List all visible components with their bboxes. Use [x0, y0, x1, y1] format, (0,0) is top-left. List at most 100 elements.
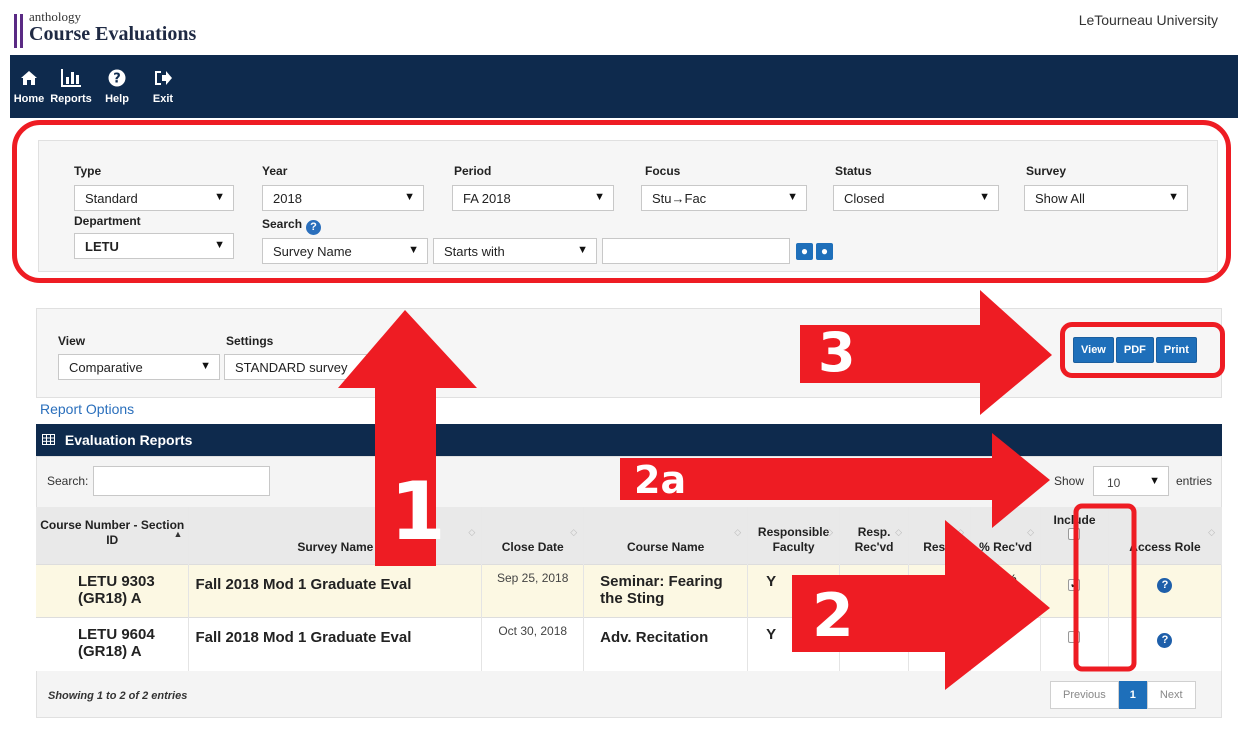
brand-product: Course Evaluations — [29, 23, 197, 45]
col-course-number-label: Course Number - Section ID — [40, 518, 185, 547]
col-course-name-label: Course Name — [626, 539, 705, 554]
pagination: Previous 1 Next — [1050, 681, 1196, 709]
col-include-label: Include — [1053, 513, 1096, 527]
cell-include: ✔ — [1040, 563, 1109, 617]
col-pct-recvd-label: % Rec'vd — [979, 539, 1032, 554]
col-resp-recvd-label: Resp. Rec'vd — [854, 524, 894, 554]
nav-home[interactable]: Home — [10, 55, 48, 118]
pager-page-1[interactable]: 1 — [1118, 681, 1147, 709]
col-include: Include — [1040, 507, 1109, 564]
sort-icon: ◇ — [1027, 527, 1034, 537]
pager-previous[interactable]: Previous — [1050, 681, 1119, 709]
sort-icon: ◇ — [957, 527, 965, 537]
nav-home-label: Home — [13, 93, 45, 105]
sort-icon: ◇ — [826, 527, 834, 537]
help-icon[interactable]: ? — [1157, 632, 1173, 648]
callout-2a: 2a — [634, 458, 687, 502]
table-row[interactable]: LETU 9303 (GR18) A Fall 2018 Mod 1 Gradu… — [36, 563, 1223, 617]
exit-icon — [153, 67, 173, 89]
sort-icon: ◇ — [895, 527, 903, 537]
cell-course-number: LETU 9303 (GR18) A — [36, 563, 190, 617]
callout-1: 1 — [390, 465, 446, 558]
col-survey-name-label: Survey Name — [297, 539, 374, 554]
entries-label: entries — [1176, 474, 1213, 488]
caret-down-icon: ▼ — [1149, 475, 1160, 487]
evaluation-reports-table: Course Number - Section ID ▲ Survey Name ◇… — [36, 507, 1223, 671]
help-icon[interactable]: ? — [1157, 577, 1173, 593]
callout-2: 2 — [812, 581, 854, 651]
cell-course-number: LETU 9604 (GR18) A — [36, 616, 190, 671]
brand-company: anthology — [29, 9, 81, 24]
nav-help[interactable]: ? Help — [94, 55, 140, 118]
sort-icon: ◇ — [1208, 527, 1215, 537]
cell-access-role: ? — [1108, 616, 1223, 671]
cell-course-name: Adv. Recitation — [583, 616, 749, 671]
cell-close-date: Sep 25, 2018 — [481, 563, 585, 617]
include-checkbox[interactable] — [1068, 630, 1081, 643]
sort-icon: ◇ — [468, 527, 476, 537]
table-search-label: Search: — [47, 474, 89, 488]
col-course-name[interactable]: Course Name ◇ — [583, 507, 749, 564]
col-access-role-label: Access Role — [1129, 539, 1201, 554]
settings-label: Settings — [226, 334, 274, 348]
col-course-number[interactable]: Course Number - Section ID ▲ — [36, 507, 190, 564]
cell-survey-name: Fall 2018 Mod 1 Graduate Eval — [188, 616, 483, 671]
entries-value: 10 — [1107, 476, 1121, 490]
cell-close-date: Oct 30, 2018 — [481, 616, 585, 671]
report-options-link[interactable]: Report Options — [40, 401, 134, 417]
nav-exit[interactable]: Exit — [140, 55, 186, 118]
col-resp[interactable]: Resp. ◇ — [908, 507, 972, 564]
show-label: Show — [1054, 474, 1085, 488]
nav-help-label: Help — [105, 93, 129, 105]
view-panel — [36, 308, 1222, 398]
nav-exit-label: Exit — [152, 93, 174, 105]
cell-pct-recvd: 63% — [970, 616, 1041, 671]
sort-icon: ◇ — [734, 527, 742, 537]
top-nav: Home Reports ? Help Exit — [10, 55, 1238, 118]
cell-include — [1040, 616, 1109, 671]
include-all-checkbox[interactable] — [1068, 528, 1081, 540]
col-responsible-faculty-label: Responsible Faculty — [757, 524, 830, 554]
evaluation-reports-header: Evaluation Reports — [36, 424, 1222, 456]
col-access-role[interactable]: Access Role ◇ — [1108, 507, 1223, 564]
table-row[interactable]: LETU 9604 (GR18) A Fall 2018 Mod 1 Gradu… — [36, 616, 1223, 671]
settings-value: STANDARD survey — [235, 360, 348, 375]
view-label: View — [58, 334, 86, 348]
table-header-row: Course Number - Section ID ▲ Survey Name ◇… — [36, 507, 1223, 564]
pager-next[interactable]: Next — [1146, 681, 1196, 709]
svg-text:?: ? — [113, 72, 121, 87]
view-select[interactable]: Comparative ▼ — [58, 354, 220, 380]
callout-3: 3 — [818, 321, 856, 384]
settings-select[interactable]: STANDARD survey — [224, 354, 374, 380]
cell-pct-recvd: 42% — [970, 563, 1041, 617]
cell-resp — [908, 616, 972, 671]
logo-bar — [14, 14, 17, 48]
nav-reports[interactable]: Reports — [48, 55, 94, 118]
table-info: Showing 1 to 2 of 2 entries — [48, 690, 188, 702]
caret-down-icon: ▼ — [200, 360, 211, 372]
cell-course-name: Seminar: Fearing the Sting — [583, 563, 749, 617]
nav-reports-label: Reports — [50, 93, 92, 105]
view-value: Comparative — [69, 360, 143, 375]
sort-asc-icon: ▲ — [173, 529, 183, 539]
include-checkbox-checked[interactable]: ✔ — [1068, 578, 1081, 591]
bar-chart-icon — [60, 67, 82, 89]
brand-logo: anthology Course Evaluations — [14, 10, 196, 52]
col-pct-recvd[interactable]: % Rec'vd ◇ — [970, 507, 1041, 564]
cell-survey-name: Fall 2018 Mod 1 Graduate Eval — [188, 563, 483, 617]
university-name: LeTourneau University — [1078, 12, 1218, 28]
col-close-date[interactable]: Close Date ◇ — [481, 507, 585, 564]
table-icon — [42, 432, 55, 448]
question-icon: ? — [108, 67, 126, 89]
col-close-date-label: Close Date — [501, 539, 564, 554]
cell-resp — [908, 563, 972, 617]
filters-highlight-outline — [12, 120, 1231, 283]
col-resp-recvd[interactable]: Resp. Rec'vd ◇ — [839, 507, 910, 564]
evaluation-reports-title: Evaluation Reports — [64, 432, 193, 448]
table-search-input[interactable] — [93, 466, 270, 496]
logo-bar — [20, 14, 23, 48]
cell-access-role: ? — [1108, 563, 1223, 617]
buttons-highlight-outline — [1060, 322, 1225, 378]
col-responsible-faculty[interactable]: Responsible Faculty ◇ — [747, 507, 841, 564]
entries-select[interactable]: 10 ▼ — [1093, 466, 1169, 496]
